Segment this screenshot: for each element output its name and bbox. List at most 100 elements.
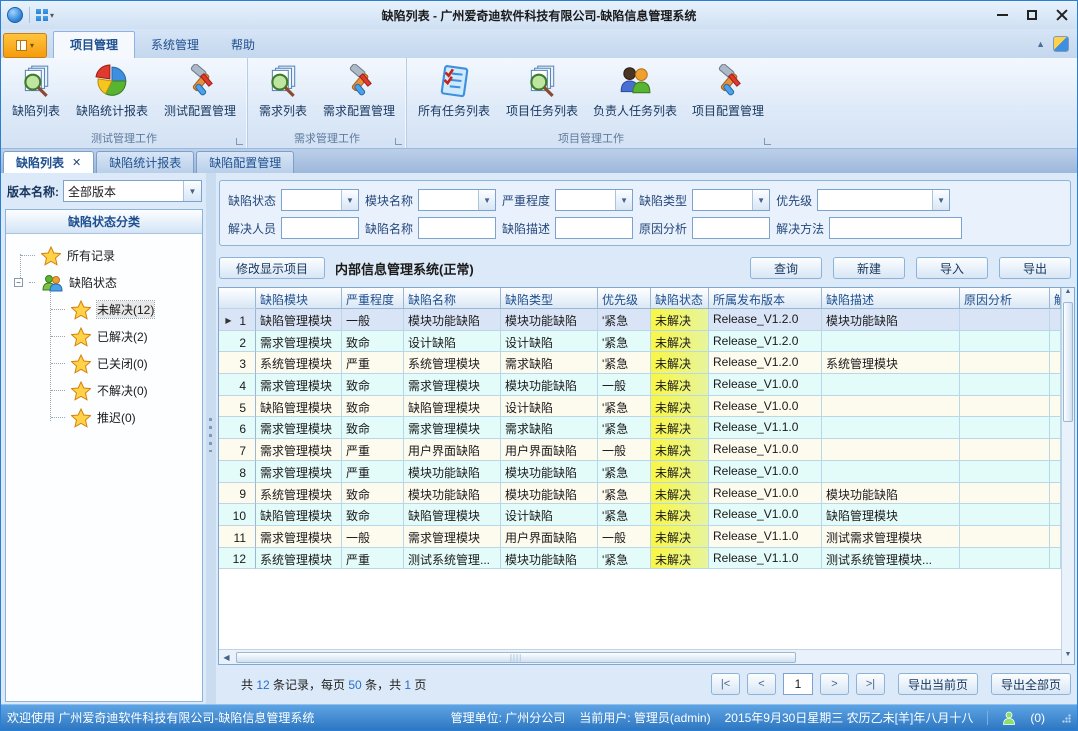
cell-severity[interactable]: 致命: [342, 374, 404, 396]
cell-type[interactable]: 用户界面缺陷: [501, 526, 598, 548]
cell-status[interactable]: 未解决: [651, 396, 709, 418]
cell-name[interactable]: 用户界面缺陷: [404, 439, 501, 461]
cell-analysis[interactable]: [960, 548, 1050, 570]
cell-module[interactable]: 系统管理模块: [256, 352, 342, 374]
cell-module[interactable]: 缺陷管理模块: [256, 309, 342, 331]
prev-page-button[interactable]: <: [747, 673, 776, 695]
cell-solve[interactable]: [1050, 483, 1061, 505]
cell-priority[interactable]: 一般: [598, 374, 651, 396]
cell-type[interactable]: 设计缺陷: [501, 396, 598, 418]
table-row[interactable]: 8 需求管理模块 严重 模块功能缺陷 模块功能缺陷 '紧急 未解决 Releas…: [219, 461, 1061, 483]
cell-type[interactable]: 模块功能缺陷: [501, 483, 598, 505]
export-current-page-button[interactable]: 导出当前页: [898, 673, 978, 695]
cell-solve[interactable]: [1050, 309, 1061, 331]
close-button[interactable]: [1047, 3, 1077, 27]
collapse-node-icon[interactable]: −: [14, 278, 23, 287]
cell-analysis[interactable]: [960, 483, 1050, 505]
quick-access-icon[interactable]: [36, 9, 48, 21]
scroll-left-icon[interactable]: ◀: [219, 650, 234, 664]
cell-severity[interactable]: 致命: [342, 417, 404, 439]
cell-analysis[interactable]: [960, 374, 1050, 396]
resolver-input[interactable]: [281, 217, 359, 239]
col-header-severity[interactable]: 严重程度: [342, 288, 404, 309]
cell-version[interactable]: Release_V1.0.0: [709, 504, 822, 526]
minimize-button[interactable]: [987, 3, 1017, 27]
cell-module[interactable]: 需求管理模块: [256, 461, 342, 483]
cell-solve[interactable]: [1050, 439, 1061, 461]
cell-type[interactable]: 需求缺陷: [501, 417, 598, 439]
col-header-status[interactable]: 缺陷状态: [651, 288, 709, 309]
table-row[interactable]: 6 需求管理模块 致命 需求管理模块 需求缺陷 '紧急 未解决 Release_…: [219, 417, 1061, 439]
table-row[interactable]: 7 需求管理模块 严重 用户界面缺陷 用户界面缺陷 一般 未解决 Release…: [219, 439, 1061, 461]
cell-name[interactable]: 设计缺陷: [404, 331, 501, 353]
cell-status[interactable]: 未解决: [651, 548, 709, 570]
project-config-button[interactable]: 项目配置管理: [685, 60, 771, 132]
cell-version[interactable]: Release_V1.0.0: [709, 461, 822, 483]
tree-item-wontfix[interactable]: 不解决(0): [6, 377, 202, 404]
last-page-button[interactable]: >|: [856, 673, 885, 695]
cell-status[interactable]: 未解决: [651, 417, 709, 439]
col-header-name[interactable]: 缺陷名称: [404, 288, 501, 309]
cell-desc[interactable]: 模块功能缺陷: [822, 483, 960, 505]
col-header-solve[interactable]: 解决方法: [1050, 288, 1061, 309]
cell-priority[interactable]: '紧急: [598, 396, 651, 418]
dialog-launcher-icon[interactable]: [764, 138, 771, 145]
table-row[interactable]: 9 系统管理模块 致命 模块功能缺陷 模块功能缺陷 '紧急 未解决 Releas…: [219, 483, 1061, 505]
cell-severity[interactable]: 致命: [342, 483, 404, 505]
cell-desc[interactable]: [822, 396, 960, 418]
cell-name[interactable]: 模块功能缺陷: [404, 461, 501, 483]
project-tasks-button[interactable]: 项目任务列表: [499, 60, 585, 132]
cell-analysis[interactable]: [960, 526, 1050, 548]
table-row[interactable]: 12 系统管理模块 严重 测试系统管理... 模块功能缺陷 '紧急 未解决 Re…: [219, 548, 1061, 570]
cell-analysis[interactable]: [960, 352, 1050, 374]
cell-status[interactable]: 未解决: [651, 504, 709, 526]
dialog-launcher-icon[interactable]: [236, 138, 243, 145]
cell-priority[interactable]: '紧急: [598, 504, 651, 526]
defect-type-filter[interactable]: ▼: [692, 189, 770, 211]
query-button[interactable]: 查询: [750, 257, 822, 279]
cell-severity[interactable]: 严重: [342, 461, 404, 483]
cell-analysis[interactable]: [960, 309, 1050, 331]
cell-desc[interactable]: [822, 461, 960, 483]
cell-name[interactable]: 缺陷管理模块: [404, 396, 501, 418]
application-menu-button[interactable]: ▾: [3, 33, 47, 58]
cell-severity[interactable]: 致命: [342, 396, 404, 418]
cell-solve[interactable]: [1050, 396, 1061, 418]
cell-solve[interactable]: [1050, 331, 1061, 353]
cell-type[interactable]: 模块功能缺陷: [501, 548, 598, 570]
cell-status[interactable]: 未解决: [651, 331, 709, 353]
cell-module[interactable]: 需求管理模块: [256, 374, 342, 396]
requirement-list-button[interactable]: 需求列表: [252, 60, 314, 132]
collapse-ribbon-icon[interactable]: ▲: [1036, 39, 1045, 49]
cell-status[interactable]: 未解决: [651, 352, 709, 374]
cell-severity[interactable]: 严重: [342, 352, 404, 374]
cell-status[interactable]: 未解决: [651, 461, 709, 483]
cell-module[interactable]: 缺陷管理模块: [256, 396, 342, 418]
vertical-scrollbar[interactable]: ▲ ▼: [1061, 288, 1074, 664]
cell-solve[interactable]: [1050, 526, 1061, 548]
cell-name[interactable]: 模块功能缺陷: [404, 483, 501, 505]
defect-name-input[interactable]: [418, 217, 496, 239]
table-row[interactable]: 11 需求管理模块 一般 需求管理模块 用户界面缺陷 一般 未解决 Releas…: [219, 526, 1061, 548]
cell-desc[interactable]: 系统管理模块: [822, 352, 960, 374]
tree-item-unresolved[interactable]: 未解决(12): [6, 296, 202, 323]
cause-analysis-input[interactable]: [692, 217, 770, 239]
cell-analysis[interactable]: [960, 461, 1050, 483]
cell-analysis[interactable]: [960, 331, 1050, 353]
table-row[interactable]: 3 系统管理模块 严重 系统管理模块 需求缺陷 '紧急 未解决 Release_…: [219, 352, 1061, 374]
cell-solve[interactable]: [1050, 504, 1061, 526]
scroll-up-icon[interactable]: ▲: [1062, 288, 1074, 301]
tab-close-icon[interactable]: ✕: [72, 156, 81, 169]
cell-version[interactable]: Release_V1.1.0: [709, 526, 822, 548]
cell-severity[interactable]: 严重: [342, 548, 404, 570]
ribbon-tab-system[interactable]: 系统管理: [135, 32, 215, 58]
maximize-button[interactable]: [1017, 3, 1047, 27]
cell-type[interactable]: 用户界面缺陷: [501, 439, 598, 461]
cell-module[interactable]: 缺陷管理模块: [256, 504, 342, 526]
cell-module[interactable]: 系统管理模块: [256, 483, 342, 505]
next-page-button[interactable]: >: [820, 673, 849, 695]
cell-name[interactable]: 系统管理模块: [404, 352, 501, 374]
owner-tasks-button[interactable]: 负责人任务列表: [587, 60, 683, 132]
cell-status[interactable]: 未解决: [651, 483, 709, 505]
tree-item-defect-status[interactable]: − 缺陷状态: [6, 269, 202, 296]
